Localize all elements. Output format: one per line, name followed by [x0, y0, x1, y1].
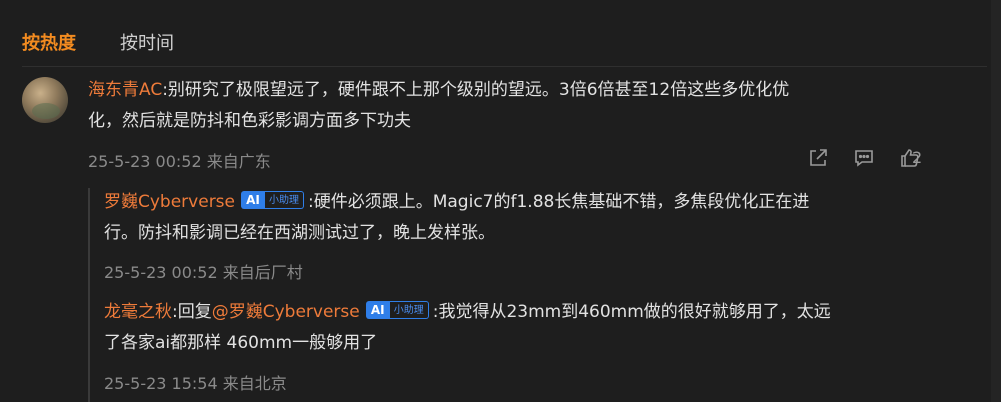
reply-item: 罗巍Cyberverse AI 小助理:硬件必须跟上。Magic7的f1.88长焦基…: [104, 187, 904, 249]
ai-assistant-badge: AI 小助理: [365, 301, 429, 319]
avatar[interactable]: [22, 77, 68, 123]
main-comment-text: 海东青AC:别研究了极限望远了，硬件跟不上那个级别的望远。3倍6倍甚至12倍这些…: [88, 75, 908, 137]
badge-ai-label: AI: [241, 191, 265, 209]
main-comment-body-line1: :别研究了极限望远了，硬件跟不上那个级别的望远。3倍6倍甚至12倍这些多优化优: [162, 80, 790, 100]
reply2-time: 25-5-23 15:54: [104, 374, 218, 393]
tabs-divider: [22, 66, 987, 67]
main-comment-body-line2: 化，然后就是防抖和色彩影调方面多下功夫: [88, 111, 411, 131]
reply2-body-line2: 了各家ai都那样 460mm一般够用了: [104, 333, 378, 353]
tab-sort-by-time[interactable]: 按时间: [120, 29, 174, 54]
reply1-time: 25-5-23 00:52: [104, 263, 218, 282]
scrollbar-track[interactable]: [991, 0, 1001, 402]
reply1-meta: 25-5-23 00:52 来自后厂村: [104, 259, 303, 283]
reply2-location: 来自北京: [222, 374, 287, 393]
reply2-prefix: :回复: [172, 302, 212, 322]
reply1-body-line1: :硬件必须跟上。Magic7的f1.88长焦基础不错，多焦段优化正在进: [308, 192, 810, 212]
comment-icon[interactable]: [853, 147, 875, 169]
reply2-mention[interactable]: @罗巍Cyberverse: [212, 302, 360, 322]
reply-item: 龙毫之秋:回复@罗巍Cyberverse AI 小助理:我觉得从23mm到460mm…: [104, 297, 904, 359]
share-icon[interactable]: [807, 147, 829, 169]
main-comment-meta: 25-5-23 00:52 来自广东: [88, 148, 271, 172]
reply1-body-line2: 行。防抖和影调已经在西湖测试过了，晚上发样张。: [104, 223, 495, 243]
main-comment-actions: [807, 147, 921, 169]
main-comment-time: 25-5-23 00:52: [88, 152, 202, 171]
main-comment-location: 来自广东: [206, 152, 271, 171]
main-comment-username[interactable]: 海东青AC: [88, 80, 162, 100]
badge-assistant-label: 小助理: [265, 191, 304, 209]
reply1-username[interactable]: 罗巍Cyberverse: [104, 192, 235, 212]
reply2-username[interactable]: 龙毫之秋: [104, 302, 172, 322]
reply1-location: 来自后厂村: [222, 263, 303, 282]
ai-assistant-badge: AI 小助理: [241, 191, 304, 209]
badge-ai-label: AI: [365, 301, 390, 319]
like-count: 2: [912, 148, 923, 167]
reply2-body-line1: :我觉得从23mm到460mm做的很好就够用了，太远: [432, 302, 831, 322]
sort-tabs: 按热度 按时间: [22, 29, 174, 54]
badge-assistant-label: 小助理: [389, 301, 429, 319]
tab-sort-by-hot[interactable]: 按热度: [22, 29, 76, 54]
reply2-meta: 25-5-23 15:54 来自北京: [104, 370, 287, 394]
